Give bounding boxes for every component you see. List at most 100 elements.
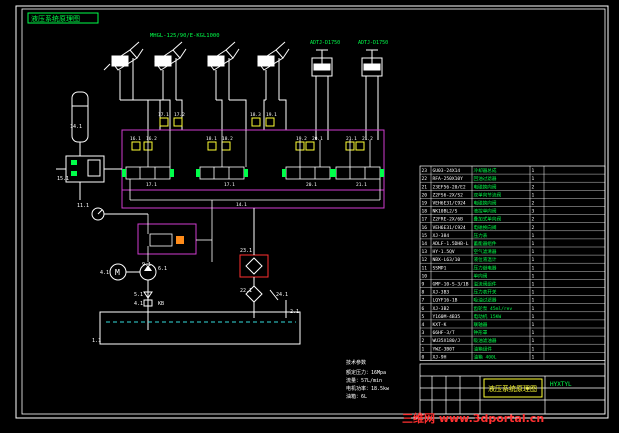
bom-cell: 1 <box>532 176 535 182</box>
bom-cell: 压力继电器 <box>474 264 497 271</box>
bom-cell: 1 <box>532 354 535 360</box>
valve-tag: 20.1 <box>312 136 323 142</box>
filter-tag: 4.1 <box>134 301 143 307</box>
cylinder-3 <box>207 41 240 100</box>
actuator-label-2: ADTJ-D1750 <box>358 40 388 46</box>
bom-cell: 单向阀 <box>474 272 488 279</box>
bom-cell: VEH6E31/C924 <box>433 201 466 207</box>
bom-cell: 1 <box>532 168 535 174</box>
bom-cell: 钟形罩 <box>474 329 488 336</box>
valve-group-tag: 20.1 <box>306 182 317 188</box>
bom-cell: 1 <box>422 346 425 352</box>
return-filter-tag: 22.1 <box>240 288 252 294</box>
bom-cell: 吸油滤油器 <box>474 337 497 344</box>
gauge-needle <box>97 209 103 215</box>
valve-tag: 21.2 <box>362 136 373 142</box>
hydraulic-schematic-drawing: 液压系统原理图 MHGL-125/90/E-KGL1000 ADTJ-D1750… <box>15 5 609 425</box>
bom-cell: 1 <box>532 192 535 198</box>
motor-symbol: M <box>115 268 120 277</box>
valve-tag: 16.2 <box>146 136 157 142</box>
notes-line: 流量：57L/min <box>346 377 382 384</box>
cylinder-2 <box>154 41 187 100</box>
valve-manifold-upper <box>121 129 385 191</box>
valve-tag: 16.1 <box>130 136 141 142</box>
bom-cell: 油箱 400L <box>474 353 497 360</box>
bom-cell: XJ-9H <box>433 354 447 360</box>
relief-valve-block <box>137 223 197 255</box>
valve-solenoid-markers <box>122 169 384 177</box>
bom-cell: 电磁换向阀 <box>474 183 497 190</box>
bom-cell: 压力表开关 <box>474 289 497 296</box>
bom-cell: 66HF-3/T <box>433 330 455 336</box>
actuator-label-1: ADTJ-D1750 <box>310 40 340 46</box>
bom-cell: 1 <box>532 257 535 263</box>
bom-cell: 23EF56-20/E2 <box>433 184 466 190</box>
bom-cell: Y160M-4B35 <box>433 314 461 320</box>
check-tag: KB <box>158 301 164 307</box>
bom-cell: XJ-3B3 <box>433 290 450 296</box>
bom-cell: Z2FRE-2X/6B <box>433 217 464 223</box>
bom-cell: NBX-L63/10 <box>433 257 461 263</box>
bom-cell: GU03-24X14 <box>433 168 461 174</box>
bom-cell: 4 <box>422 322 425 328</box>
bom-cell: 吸油过滤器 <box>474 297 497 304</box>
bom-cell: XJ-3B2 <box>433 306 450 312</box>
bom-cell: 2 <box>532 217 535 223</box>
bom-cell: 1 <box>532 273 535 279</box>
bom-cell: 油箱组件 <box>474 345 493 352</box>
bom-cell: 电磁换向阀 <box>474 200 497 207</box>
valve-tag: 18.2 <box>222 136 233 142</box>
return-check-tag: 24.1 <box>276 292 288 298</box>
bom-cell: 22 <box>422 176 428 182</box>
bom-cell: 1 <box>532 249 535 255</box>
bom-cell: 2 <box>532 225 535 231</box>
bom-cell: 蓄能器组件 <box>474 240 497 247</box>
bom-cell: 1 <box>532 282 535 288</box>
bom-cell: Z2FS6-2X/S2 <box>433 192 464 198</box>
valve-tag: 17.1 <box>158 112 169 118</box>
bom-cell: 2 <box>532 201 535 207</box>
bom-cell: 7 <box>422 298 425 304</box>
bom-cell: 液控单向阀 <box>474 208 497 215</box>
relief-solenoid <box>176 236 184 244</box>
bom-cell: 齿轮泵 45ml/rev <box>474 305 513 312</box>
bom-cell: 10 <box>422 273 428 279</box>
motor-tag: 4.1 <box>100 270 109 276</box>
bom-cell: 19 <box>422 201 428 207</box>
valve-tag: 21.1 <box>346 136 357 142</box>
bom-cell: 电磁换向阀 <box>474 224 497 231</box>
bom-cell: 联轴器 <box>474 321 488 328</box>
bom-cell: SSMP1 <box>433 265 447 271</box>
bom-cell: 21 <box>422 184 428 190</box>
cylinder-1 <box>103 41 144 100</box>
actuator-right-2 <box>361 49 383 140</box>
title-stamp: 液压系统原理图 <box>31 14 80 23</box>
valve-tag: 17.2 <box>174 112 185 118</box>
cylinder-group <box>103 41 383 140</box>
cylinder-4 <box>257 41 290 100</box>
bom-cell: 6 <box>422 306 425 312</box>
bom-cell: HY-1.5QV <box>433 249 455 255</box>
valve-group-tag: 21.1 <box>356 182 367 188</box>
valve-tag: 18.3 <box>250 112 261 118</box>
valve-group-tag: 17.1 <box>146 182 157 188</box>
pump-group-tag: 5.1 <box>134 292 143 298</box>
bom-cell: 8 <box>422 290 425 296</box>
bom-cell: ADLF-1.5DHB-L <box>433 241 469 247</box>
actuator-right-1 <box>311 49 333 140</box>
bom-cell: GMF-10-S-3/1B <box>433 282 469 288</box>
bom-cell: 16 <box>422 225 428 231</box>
bom-cell: KXT-K <box>433 322 447 328</box>
bom-cell: 2 <box>532 184 535 190</box>
bom-cell: 9 <box>422 282 425 288</box>
bom-cell: 23 <box>422 168 428 174</box>
cooler-tag: 23.1 <box>240 248 252 254</box>
valve-tag: 19.1 <box>266 112 277 118</box>
bom-cell: 5 <box>422 314 425 320</box>
bom-cell: 溢流阀组件 <box>474 281 497 288</box>
notes-heading: 技术参数 <box>346 359 366 366</box>
bom-cell: 1 <box>532 338 535 344</box>
bom-cell: 液位液温计 <box>474 256 497 263</box>
bom-cell: 11 <box>422 265 428 271</box>
bom-cell: 3 <box>422 330 425 336</box>
